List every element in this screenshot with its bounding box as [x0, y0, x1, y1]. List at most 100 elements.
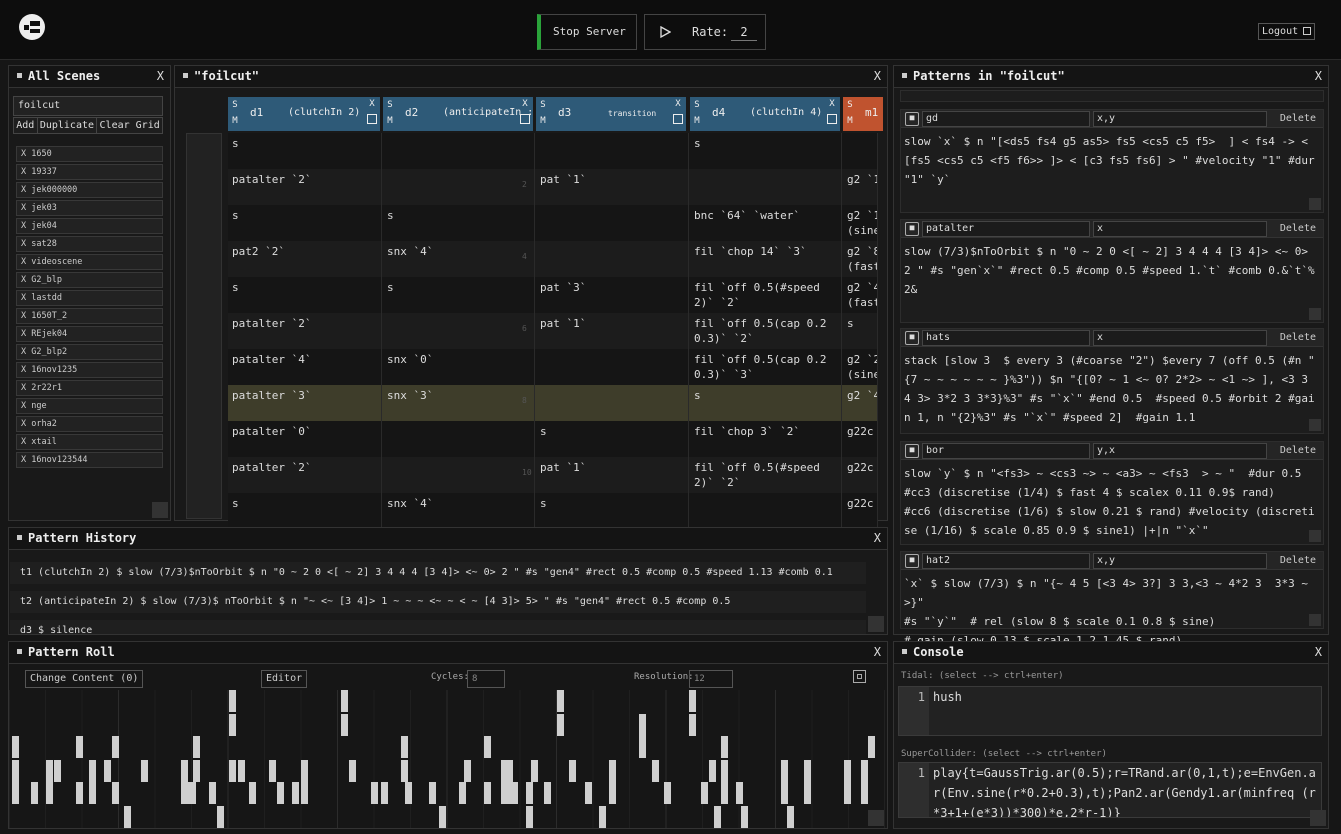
add-scene-button[interactable]: Add [14, 118, 38, 133]
grid-cell[interactable]: pat `1` [536, 313, 689, 349]
scene-name-input[interactable]: foilcut [13, 96, 163, 116]
scene-item[interactable]: X sat28 [16, 236, 163, 252]
grid-cell[interactable]: g2 `12 [843, 169, 878, 205]
grid-column-header-d1[interactable]: S Md1 (clutchIn 2) X [228, 97, 380, 131]
grid-cell[interactable]: g2 `2` (sine1 [843, 349, 878, 385]
grid-cell[interactable]: fil `off 0.5(#speed 2)` `2` [690, 457, 842, 493]
pattern-code[interactable]: slow `x` $ n "[<ds5 fs4 g5 as5> fs5 <cs5… [904, 132, 1319, 189]
grid-column-header-d2[interactable]: S Md2 (anticipateIn :X [383, 97, 533, 131]
delete-pattern-button[interactable]: Delete [1267, 553, 1319, 569]
pattern-params-input[interactable]: x,y [1093, 111, 1267, 127]
pattern-params-input[interactable]: x,y [1093, 553, 1267, 569]
history-line[interactable]: t1 (clutchIn 2) $ slow (7/3)$nToOrbit $ … [10, 562, 866, 584]
grid-cell[interactable]: fil `off 0.5(cap 0.2 0.3)` `3` [690, 349, 842, 385]
grid-cell[interactable]: s [383, 277, 535, 313]
editor-button[interactable]: Editor [261, 670, 308, 688]
console-resize-handle[interactable] [1310, 810, 1326, 826]
solo-mute-toggle[interactable]: SM [690, 97, 704, 131]
column-close-button[interactable]: X [825, 97, 839, 131]
scene-item[interactable]: X 16nov1235 [16, 362, 163, 378]
grid-cell[interactable]: s [536, 493, 689, 529]
scene-item[interactable]: X 16nov123544 [16, 452, 163, 468]
grid-cell[interactable] [843, 133, 878, 169]
history-line[interactable]: d3 $ silence [10, 620, 866, 634]
solo-mute-toggle[interactable]: SM [536, 97, 550, 131]
history-line[interactable]: t2 (anticipateIn 2) $ slow (7/3)$ nToOrb… [10, 591, 866, 613]
console-close-button[interactable]: X [1315, 642, 1322, 663]
play-icon[interactable] [659, 26, 671, 38]
roll-close-button[interactable]: X [874, 642, 881, 663]
pattern-resize-handle[interactable] [1309, 530, 1321, 542]
pattern-toggle-button[interactable]: ■ [905, 222, 919, 236]
scene-item[interactable]: X lastdd [16, 290, 163, 306]
scene-item[interactable]: X xtail [16, 434, 163, 450]
grid-cell[interactable]: patalter `2` [228, 313, 382, 349]
pattern-params-input[interactable]: y,x [1093, 443, 1267, 459]
grid-cell[interactable]: patalter `4` [228, 349, 382, 385]
grid-cell[interactable]: s [690, 133, 842, 169]
pattern-resize-handle[interactable] [1309, 198, 1321, 210]
scenes-close-button[interactable]: X [157, 66, 164, 87]
pattern-code[interactable]: slow `y` $ n "<fs3> ~ <cs3 ~> ~ <a3> ~ <… [904, 464, 1319, 540]
column-close-button[interactable]: X [365, 97, 379, 131]
grid-column-header-d3[interactable]: S Md3 transition X [536, 97, 686, 131]
solo-mute-toggle[interactable]: SM [228, 97, 242, 131]
grid-cell[interactable]: fil `off 0.5(cap 0.2 0.3)` `2` [690, 313, 842, 349]
logout-button[interactable]: Logout [1258, 23, 1316, 40]
grid-cell[interactable] [383, 313, 535, 349]
delete-pattern-button[interactable]: Delete [1267, 443, 1319, 459]
scene-item[interactable]: X orha2 [16, 416, 163, 432]
scene-item[interactable]: X nge [16, 398, 163, 414]
grid-cell[interactable]: patalter `2` [228, 457, 382, 493]
history-resize-handle[interactable] [868, 616, 884, 632]
grid-cell[interactable]: s [228, 133, 382, 169]
grid-cell[interactable] [690, 169, 842, 205]
column-close-button[interactable]: X [671, 97, 685, 131]
scene-item[interactable]: X 2r22r1 [16, 380, 163, 396]
grid-cell[interactable]: pat2 `2` [228, 241, 382, 277]
scene-item[interactable]: X jek000000 [16, 182, 163, 198]
pattern-code[interactable]: slow (7/3)$nToOrbit $ n "0 ~ 2 0 <[ ~ 2]… [904, 242, 1319, 299]
grid-cell[interactable] [536, 241, 689, 277]
pattern-name-input[interactable]: bor [922, 443, 1090, 459]
grid-column-header-m1[interactable]: S Mm1 [843, 97, 883, 131]
grid-cell[interactable]: g2 `8` (fast [843, 241, 878, 277]
grid-cell[interactable]: s [536, 421, 689, 457]
grid-cell[interactable]: s [690, 385, 842, 421]
history-close-button[interactable]: X [874, 528, 881, 549]
resolution-input[interactable]: 12 [689, 670, 733, 688]
grid-cell[interactable]: fil `chop 3` `2` [690, 421, 842, 457]
grid-cell[interactable]: g22c ` [843, 421, 878, 457]
grid-cell[interactable]: snx `4` [383, 493, 535, 529]
grid-cell[interactable]: patalter `2` [228, 169, 382, 205]
solo-mute-toggle[interactable]: SM [383, 97, 397, 131]
scene-item[interactable]: X jek03 [16, 200, 163, 216]
scene-item[interactable]: X videoscene [16, 254, 163, 270]
cycles-input[interactable]: 8 [467, 670, 505, 688]
scene-item[interactable]: X G2_blp2 [16, 344, 163, 360]
grid-cell[interactable]: fil `chop 14` `3` [690, 241, 842, 277]
pattern-toggle-button[interactable]: ■ [905, 554, 919, 568]
scene-item[interactable]: X 1650 [16, 146, 163, 162]
grid-cell[interactable]: snx `4` [383, 241, 535, 277]
pattern-toggle-button[interactable]: ■ [905, 331, 919, 345]
delete-pattern-button[interactable]: Delete [1267, 330, 1319, 346]
pattern-resize-handle[interactable] [1309, 419, 1321, 431]
supercollider-editor[interactable]: 1 play{t=GaussTrig.ar(0.5);r=TRand.ar(0,… [898, 762, 1322, 818]
column-close-button[interactable]: X [518, 97, 532, 131]
grid-cell[interactable]: bnc `64` `water` [690, 205, 842, 241]
grid-cell[interactable] [383, 169, 535, 205]
stop-server-button[interactable]: Stop Server [537, 14, 637, 50]
grid-cell[interactable] [383, 457, 535, 493]
roll-toggle-button[interactable] [853, 670, 866, 683]
grid-cell[interactable]: pat `1` [536, 169, 689, 205]
pattern-resize-handle[interactable] [1309, 308, 1321, 320]
duplicate-scene-button[interactable]: Duplicate [37, 118, 98, 133]
roll-resize-handle[interactable] [868, 810, 884, 826]
grid-cell[interactable]: pat `3` [536, 277, 689, 313]
change-content-button[interactable]: Change Content (0) [25, 670, 144, 688]
grid-cell[interactable]: g2 `4` (fast [843, 277, 878, 313]
grid-cell[interactable]: snx `3` [383, 385, 535, 421]
grid-cell[interactable]: s [383, 205, 535, 241]
grid-cell[interactable]: s [228, 277, 382, 313]
